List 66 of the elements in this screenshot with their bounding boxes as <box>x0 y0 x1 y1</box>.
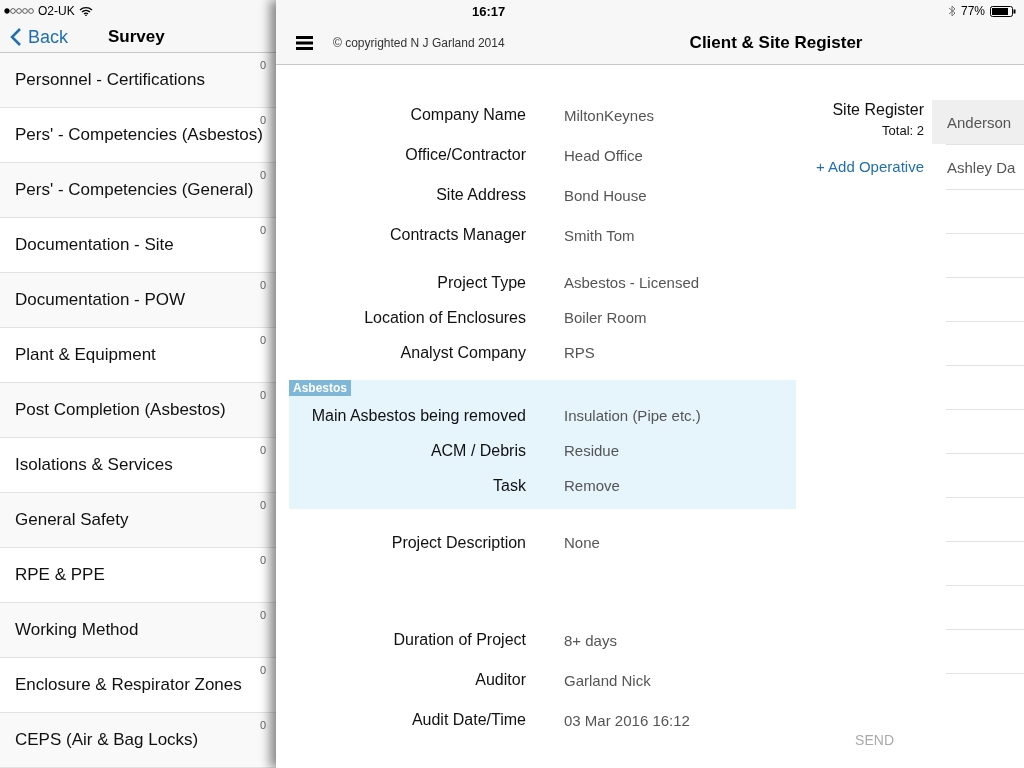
field-label: Company Name <box>409 106 526 124</box>
status-time: 16:17 <box>472 3 506 19</box>
operative-row[interactable]: Anderson <box>932 100 1024 144</box>
field-value[interactable]: Remove <box>564 477 620 494</box>
item-count: 0 <box>259 444 266 456</box>
field-value[interactable]: Head Office <box>564 146 643 164</box>
field-label: Project Type <box>436 273 526 292</box>
field-value[interactable]: None <box>564 534 600 551</box>
copyright-text: © copyrighted N J Garland 2014 <box>333 36 505 50</box>
sidebar-item[interactable]: Personnel - Certifications 0 <box>0 53 276 108</box>
add-operative-link[interactable]: + Add Operative <box>816 158 924 175</box>
field-label: Contracts Manager <box>388 226 526 244</box>
field-value[interactable]: Smith Tom <box>564 226 635 244</box>
back-chevron-icon[interactable] <box>10 27 22 47</box>
field-value[interactable]: 03 Mar 2016 16:12 <box>564 711 690 729</box>
item-count: 0 <box>259 499 266 511</box>
field-value[interactable]: Bond House <box>564 186 647 204</box>
field-label: Office/Contractor <box>404 146 526 164</box>
item-count: 0 <box>259 554 266 566</box>
section-badge: Asbestos <box>289 380 352 396</box>
field-label: Task <box>492 476 526 495</box>
field-value[interactable]: Asbestos - Licensed <box>564 274 700 291</box>
item-count: 0 <box>259 279 266 291</box>
field-value[interactable]: RPS <box>564 344 595 361</box>
battery-percent: 77% <box>960 4 985 18</box>
item-count: 0 <box>259 389 266 401</box>
item-count: 0 <box>259 59 266 71</box>
signal-icon <box>4 8 34 14</box>
sidebar-item[interactable]: CEPS (Air & Bag Locks) 0 <box>0 713 276 768</box>
item-count: 0 <box>259 224 266 236</box>
item-count: 0 <box>259 334 266 346</box>
item-count: 0 <box>259 664 266 676</box>
field-value[interactable]: Insulation (Pipe etc.) <box>564 407 701 424</box>
item-count: 0 <box>259 719 266 731</box>
item-count: 0 <box>259 609 266 621</box>
sidebar-item[interactable]: Post Completion (Asbestos) 0 <box>0 383 276 438</box>
sidebar-item[interactable]: Working Method 0 <box>0 603 276 658</box>
battery-icon <box>990 5 1016 17</box>
register-title: Site Register <box>832 101 924 119</box>
item-count: 0 <box>259 169 266 181</box>
page-title: Client & Site Register <box>689 33 863 53</box>
field-label: Auditor <box>474 671 526 689</box>
carrier-name: O2-UK <box>38 4 75 18</box>
field-value[interactable]: Boiler Room <box>564 309 647 326</box>
field-value[interactable]: Garland Nick <box>564 671 651 689</box>
sidebar-item[interactable]: Pers' - Competencies (General) 0 <box>0 163 276 218</box>
nav-title: Survey <box>108 27 165 47</box>
register-total: Total: 2 <box>882 123 924 138</box>
item-count: 0 <box>259 114 266 126</box>
field-label: Analyst Company <box>399 343 526 362</box>
field-label: Audit Date/Time <box>410 711 526 729</box>
sidebar-item[interactable]: Documentation - POW 0 <box>0 273 276 328</box>
field-label: Project Description <box>390 533 526 552</box>
wifi-icon <box>78 6 93 16</box>
sidebar-item[interactable]: General Safety 0 <box>0 493 276 548</box>
menu-icon[interactable] <box>296 36 313 50</box>
field-label: Main Asbestos being removed <box>310 406 526 425</box>
field-label: Location of Enclosures <box>363 308 526 327</box>
field-label: ACM / Debris <box>429 441 526 460</box>
field-label: Site Address <box>435 186 526 204</box>
field-value[interactable]: 8+ days <box>564 631 617 649</box>
field-label: Duration of Project <box>392 631 526 649</box>
field-value[interactable]: Residue <box>564 442 620 459</box>
bluetooth-icon <box>947 5 956 17</box>
field-value[interactable]: MiltonKeynes <box>564 106 655 124</box>
back-button[interactable]: Back <box>10 26 69 48</box>
